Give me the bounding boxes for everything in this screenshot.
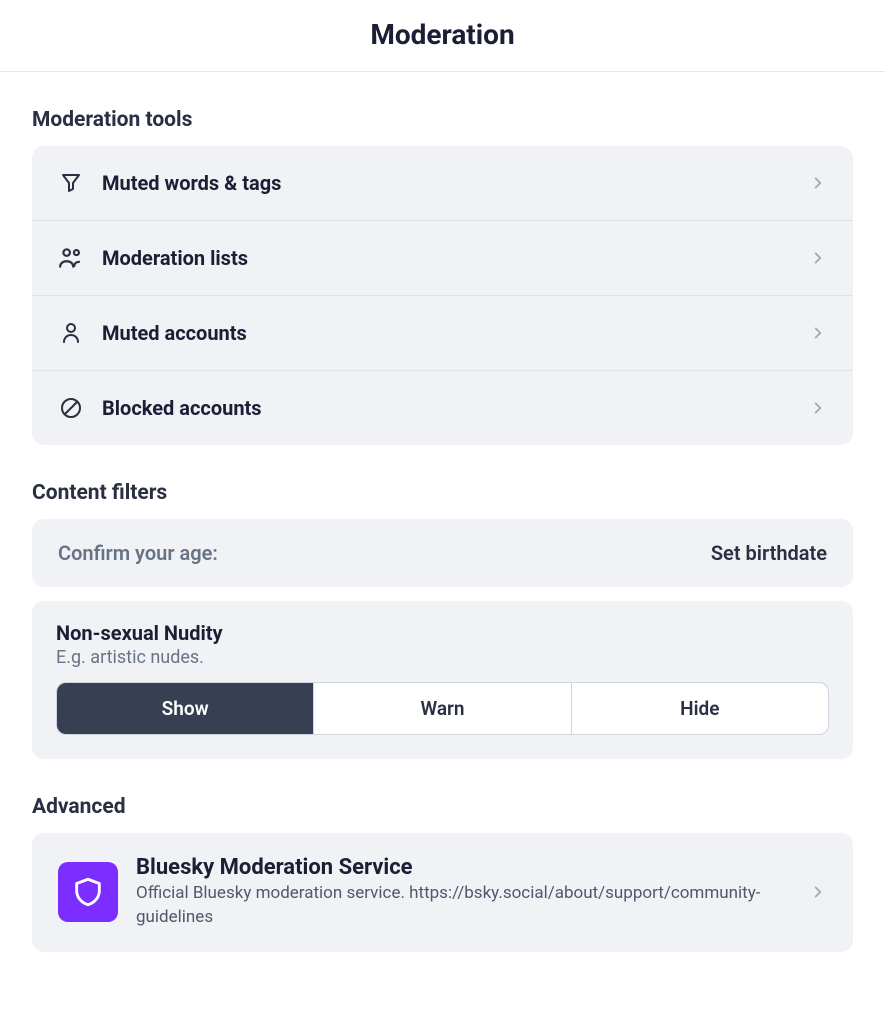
service-title: Bluesky Moderation Service [136, 855, 809, 880]
age-label: Confirm your age: [58, 541, 218, 565]
service-desc: Official Bluesky moderation service. htt… [136, 882, 809, 930]
segment-hide[interactable]: Hide [572, 683, 828, 734]
row-label: Moderation lists [102, 246, 809, 270]
section-title-advanced: Advanced [32, 795, 853, 819]
age-confirm-card: Confirm your age: Set birthdate [32, 519, 853, 587]
segment-warn[interactable]: Warn [314, 683, 571, 734]
row-label: Blocked accounts [102, 396, 809, 420]
row-label: Muted words & tags [102, 171, 809, 195]
shield-icon [58, 862, 118, 922]
muted-accounts-row[interactable]: Muted accounts [32, 296, 853, 371]
page-title: Moderation [0, 18, 885, 51]
chevron-right-icon [809, 399, 827, 417]
section-title-filters: Content filters [32, 481, 853, 505]
set-birthdate-link[interactable]: Set birthdate [711, 541, 827, 565]
page-header: Moderation [0, 0, 885, 72]
filter-icon [58, 170, 84, 196]
chevron-right-icon [809, 174, 827, 192]
service-info: Bluesky Moderation Service Official Blue… [136, 855, 809, 930]
chevron-right-icon [809, 249, 827, 267]
chevron-right-icon [809, 883, 827, 901]
row-label: Muted accounts [102, 321, 809, 345]
filter-title: Non-sexual Nudity [56, 621, 829, 645]
person-icon [58, 320, 84, 346]
chevron-right-icon [809, 324, 827, 342]
muted-words-row[interactable]: Muted words & tags [32, 146, 853, 221]
visibility-segmented-control: Show Warn Hide [56, 682, 829, 735]
moderation-service-row[interactable]: Bluesky Moderation Service Official Blue… [32, 833, 853, 952]
filter-desc: E.g. artistic nudes. [56, 647, 829, 668]
nudity-filter-card: Non-sexual Nudity E.g. artistic nudes. S… [32, 601, 853, 759]
moderation-lists-row[interactable]: Moderation lists [32, 221, 853, 296]
users-icon [58, 245, 84, 271]
segment-show[interactable]: Show [57, 683, 314, 734]
moderation-tools-list: Muted words & tags Moderation lists Mute… [32, 146, 853, 445]
section-title-tools: Moderation tools [32, 108, 853, 132]
block-icon [58, 395, 84, 421]
blocked-accounts-row[interactable]: Blocked accounts [32, 371, 853, 445]
